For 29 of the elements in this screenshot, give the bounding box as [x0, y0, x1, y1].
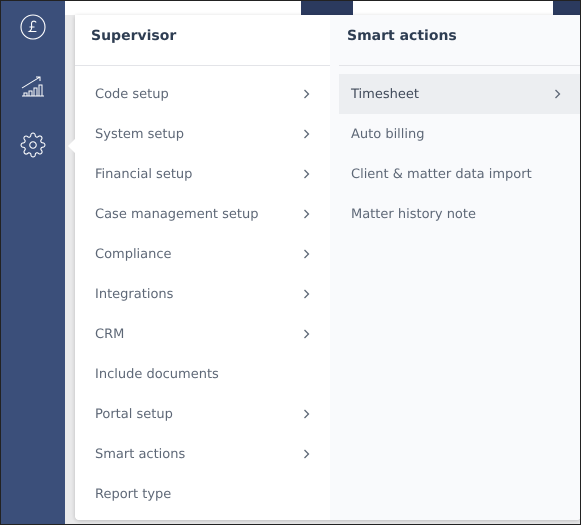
- submenu-title: Smart actions: [339, 15, 580, 66]
- settings-icon: [20, 132, 46, 158]
- chevron-right-icon: [554, 89, 561, 99]
- chevron-right-icon: [303, 329, 310, 339]
- submenu-item[interactable]: Timesheet: [339, 74, 580, 114]
- menu-item[interactable]: Report type: [75, 474, 330, 514]
- chevron-right-icon: [303, 89, 310, 99]
- menu-item[interactable]: Smart actions: [75, 434, 330, 474]
- chevron-right-icon: [303, 129, 310, 139]
- submenu-item[interactable]: Matter history note: [339, 194, 580, 234]
- menu-item[interactable]: Compliance: [75, 234, 330, 274]
- chevron-right-icon: [303, 209, 310, 219]
- menu-item[interactable]: Financial setup: [75, 154, 330, 194]
- menu-item[interactable]: Portal setup: [75, 394, 330, 434]
- chevron-right-icon: [303, 169, 310, 179]
- menu-item[interactable]: System setup: [75, 114, 330, 154]
- menu-item[interactable]: Include documents: [75, 354, 330, 394]
- submenu-item[interactable]: Auto billing: [339, 114, 580, 154]
- chevron-right-icon: [303, 249, 310, 259]
- submenu-item[interactable]: Client & matter data import: [339, 154, 580, 194]
- pound-icon: [20, 14, 46, 40]
- menu-item[interactable]: CRM: [75, 314, 330, 354]
- menu-item[interactable]: Case management setup: [75, 194, 330, 234]
- chevron-right-icon: [303, 409, 310, 419]
- menu-item[interactable]: Code setup: [75, 74, 330, 114]
- chevron-right-icon: [303, 289, 310, 299]
- growth-chart-icon: [20, 74, 46, 98]
- chevron-right-icon: [303, 449, 310, 459]
- menu-item[interactable]: Integrations: [75, 274, 330, 314]
